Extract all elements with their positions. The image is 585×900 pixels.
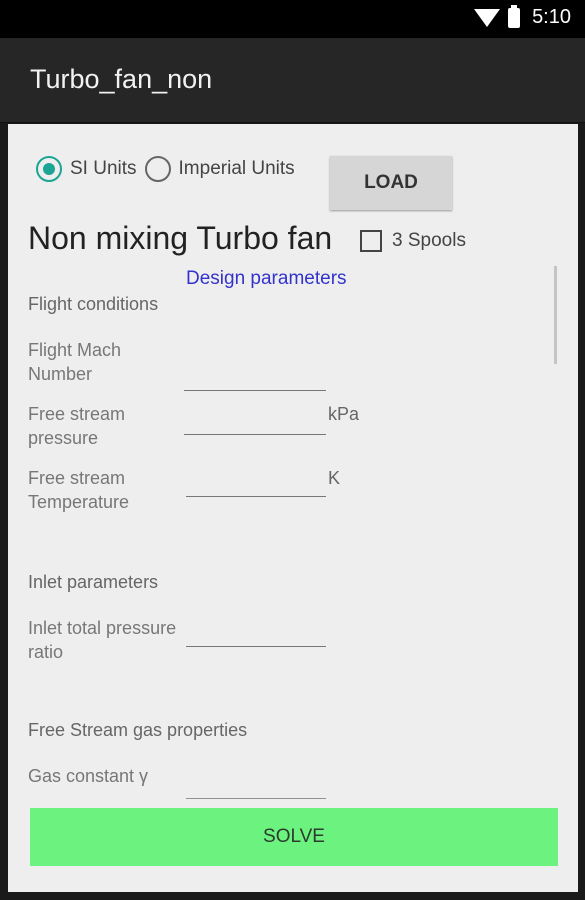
pressure-input[interactable] xyxy=(184,410,326,435)
spools-checkbox-row[interactable]: 3 Spools xyxy=(360,230,466,252)
si-units-radio[interactable] xyxy=(36,156,62,182)
clock: 5:10 xyxy=(532,6,571,28)
wifi-icon xyxy=(474,8,501,27)
section-inlet-parameters: Inlet parameters xyxy=(28,572,159,592)
inlet-ratio-label: Inlet total pressure ratio xyxy=(28,618,177,658)
status-bar: 5:10 xyxy=(0,0,585,38)
solve-button[interactable]: SOLVE xyxy=(30,808,558,866)
mach-input[interactable] xyxy=(184,366,326,391)
battery-icon xyxy=(508,4,521,28)
si-units-label[interactable]: SI Units xyxy=(70,158,137,180)
page-title: Non mixing Turbo fan xyxy=(28,220,333,256)
pressure-unit: kPa xyxy=(328,404,360,424)
spools-label[interactable]: 3 Spools xyxy=(392,230,466,252)
temperature-unit: K xyxy=(328,468,341,488)
temperature-input[interactable] xyxy=(186,472,326,497)
imperial-units-label[interactable]: Imperial Units xyxy=(179,158,295,180)
scrollbar[interactable] xyxy=(554,266,557,364)
temperature-label: Free stream Temperature xyxy=(28,468,130,512)
pressure-label: Free stream pressure xyxy=(28,404,126,448)
spools-checkbox[interactable] xyxy=(360,230,382,252)
design-parameters-link[interactable]: Design parameters xyxy=(186,268,347,290)
imperial-units-radio[interactable] xyxy=(144,156,171,182)
form-content[interactable]: SI Units Imperial Units LOAD Non mixing … xyxy=(8,124,578,892)
app-bar: Turbo_fan_non xyxy=(0,38,585,123)
units-radio-group: SI Units Imperial Units xyxy=(36,156,303,182)
app-title: Turbo_fan_non xyxy=(30,64,213,94)
section-gas-properties: Free Stream gas properties xyxy=(28,720,248,740)
gas-constant-label: Gas constant γ xyxy=(28,766,149,786)
section-flight-conditions: Flight conditions xyxy=(28,294,159,314)
load-button[interactable]: LOAD xyxy=(330,156,452,210)
inlet-ratio-input[interactable] xyxy=(186,622,326,647)
mach-label: Flight Mach Number xyxy=(28,340,122,384)
